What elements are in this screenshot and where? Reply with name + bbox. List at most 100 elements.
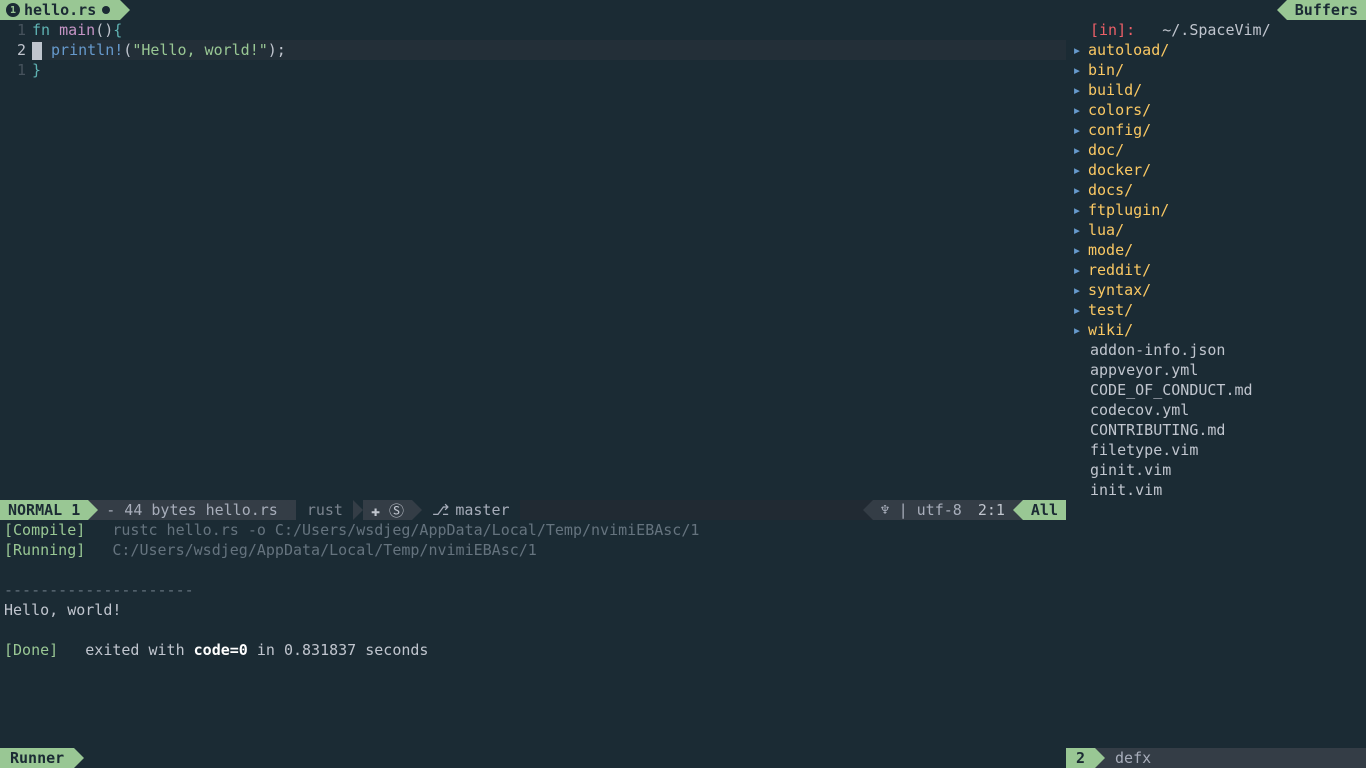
gutter: 121	[0, 20, 32, 500]
status-bar-editor: NORMAL 1 - 44 bytes hello.rs rust ✚ Ⓢ ⎇ …	[0, 500, 1066, 520]
runner-line	[4, 560, 1062, 580]
runner-output-pane[interactable]: [Compile] rustc hello.rs -o C:/Users/wsd…	[0, 520, 1066, 748]
tree-directory[interactable]: ▸test/	[1070, 300, 1366, 320]
separator-icon	[88, 500, 98, 520]
git-dirty-icon: ✚ Ⓢ	[371, 500, 404, 521]
linux-icon: ♆	[881, 501, 890, 519]
tree-directory[interactable]: ▸lua/	[1070, 220, 1366, 240]
runner-tab[interactable]: Runner	[0, 748, 74, 768]
code-text[interactable]: fn main(){ println!("Hello, world!");}	[32, 20, 1066, 500]
separator-icon	[1095, 748, 1105, 768]
tree-directory[interactable]: ▸wiki/	[1070, 320, 1366, 340]
chevron-right-icon: ▸	[1070, 140, 1084, 160]
tree-directory[interactable]: ▸config/	[1070, 120, 1366, 140]
done-text: exited with	[85, 641, 193, 659]
gutter-line: 1	[0, 60, 26, 80]
file-info-segment: - 44 bytes hello.rs	[98, 500, 286, 520]
separator-icon	[286, 500, 296, 520]
position-segment: 2:1	[970, 500, 1013, 520]
tree-dir-label: docker/	[1088, 160, 1151, 180]
tree-header-path: ~/.SpaceVim/	[1162, 21, 1270, 39]
chevron-right-icon: ▸	[1070, 240, 1084, 260]
done-text: in 0.831837 seconds	[257, 641, 429, 659]
separator-icon	[412, 500, 422, 520]
encoding: utf-8	[917, 501, 962, 519]
tab-modified-dot-icon	[102, 6, 110, 14]
chevron-right-icon: ▸	[1070, 300, 1084, 320]
spacer	[520, 500, 863, 520]
tree-directory[interactable]: ▸build/	[1070, 80, 1366, 100]
done-code: code=0	[194, 641, 248, 659]
running-tag: [Running]	[4, 541, 85, 559]
gutter-line: 1	[0, 20, 26, 40]
tab-hello-rs[interactable]: 1 hello.rs	[0, 0, 120, 20]
tree-directory[interactable]: ▸syntax/	[1070, 280, 1366, 300]
compile-command: rustc hello.rs -o C:/Users/wsdjeg/AppDat…	[112, 521, 699, 539]
percent-segment: All	[1023, 500, 1066, 520]
tab-label: hello.rs	[24, 1, 96, 19]
tree-file[interactable]: CONTRIBUTING.md	[1070, 420, 1366, 440]
tree-dir-label: test/	[1088, 300, 1133, 320]
chevron-right-icon: ▸	[1070, 280, 1084, 300]
tree-file[interactable]: CODE_OF_CONDUCT.md	[1070, 380, 1366, 400]
tree-dir-label: config/	[1088, 120, 1151, 140]
separator-icon	[1013, 500, 1023, 520]
separator-icon	[863, 500, 873, 520]
tree-dir-label: autoload/	[1088, 40, 1169, 60]
tree-dir-label: reddit/	[1088, 260, 1151, 280]
tree-directory[interactable]: ▸docker/	[1070, 160, 1366, 180]
tree-directory[interactable]: ▸ftplugin/	[1070, 200, 1366, 220]
tree-directory[interactable]: ▸docs/	[1070, 180, 1366, 200]
tree-dir-label: docs/	[1088, 180, 1133, 200]
running-command: C:/Users/wsdjeg/AppData/Local/Temp/nvimi…	[112, 541, 536, 559]
runner-line: [Running] C:/Users/wsdjeg/AppData/Local/…	[4, 540, 1062, 560]
code-line[interactable]: println!("Hello, world!");	[32, 40, 1066, 60]
tree-file[interactable]: init.vim	[1070, 480, 1366, 500]
mode-label: NORMAL	[8, 501, 62, 519]
chevron-right-icon: ▸	[1070, 80, 1084, 100]
code-line[interactable]: }	[32, 60, 1066, 80]
tree-file[interactable]: addon-info.json	[1070, 340, 1366, 360]
tree-file[interactable]: codecov.yml	[1070, 400, 1366, 420]
code-line[interactable]: fn main(){	[32, 20, 1066, 40]
file-tree[interactable]: [in]: ~/.SpaceVim/ ▸autoload/▸bin/▸build…	[1066, 20, 1366, 748]
runner-output: Hello, world!	[4, 600, 1062, 620]
tree-header-key: [in]:	[1090, 21, 1135, 39]
sidebar-buffer-name: defx	[1105, 749, 1161, 767]
tree-dir-label: lua/	[1088, 220, 1124, 240]
tree-dir-label: syntax/	[1088, 280, 1151, 300]
filetype-segment: rust	[296, 500, 353, 520]
tree-file[interactable]: filetype.vim	[1070, 440, 1366, 460]
tab-bar: 1 hello.rs Buffers	[0, 0, 1366, 20]
tree-directory[interactable]: ▸reddit/	[1070, 260, 1366, 280]
runner-separator: ---------------------	[4, 580, 1062, 600]
chevron-right-icon: ▸	[1070, 220, 1084, 240]
sidebar-window-number: 2	[1066, 748, 1095, 768]
code-area[interactable]: 121 fn main(){ println!("Hello, world!")…	[0, 20, 1066, 500]
gutter-line: 2	[0, 40, 26, 60]
tree-dir-label: build/	[1088, 80, 1142, 100]
tree-directory[interactable]: ▸doc/	[1070, 140, 1366, 160]
runner-line: [Compile] rustc hello.rs -o C:/Users/wsd…	[4, 520, 1062, 540]
tree-directory[interactable]: ▸colors/	[1070, 100, 1366, 120]
tree-directory[interactable]: ▸mode/	[1070, 240, 1366, 260]
app-root: 1 hello.rs Buffers 121 fn main(){ printl…	[0, 0, 1366, 768]
tree-file[interactable]: appveyor.yml	[1070, 360, 1366, 380]
tree-directory[interactable]: ▸autoload/	[1070, 40, 1366, 60]
chevron-right-icon: ▸	[1070, 40, 1084, 60]
chevron-right-icon: ▸	[1070, 60, 1084, 80]
git-branch-segment: ⎇ master	[422, 500, 519, 520]
mode-number: 1	[71, 501, 80, 519]
chevron-right-icon: ▸	[1070, 200, 1084, 220]
runner-line	[4, 620, 1062, 640]
tree-directory[interactable]: ▸bin/	[1070, 60, 1366, 80]
tab-separator-icon	[120, 0, 130, 20]
buffers-tab[interactable]: Buffers	[1287, 0, 1366, 20]
tree-file[interactable]: ginit.vim	[1070, 460, 1366, 480]
chevron-right-icon: ▸	[1070, 120, 1084, 140]
tab-index-badge: 1	[6, 3, 20, 17]
spacer	[130, 0, 1277, 20]
main-split: 121 fn main(){ println!("Hello, world!")…	[0, 20, 1366, 768]
bar: |	[899, 501, 908, 519]
git-status-icons: ✚ Ⓢ	[363, 500, 412, 520]
